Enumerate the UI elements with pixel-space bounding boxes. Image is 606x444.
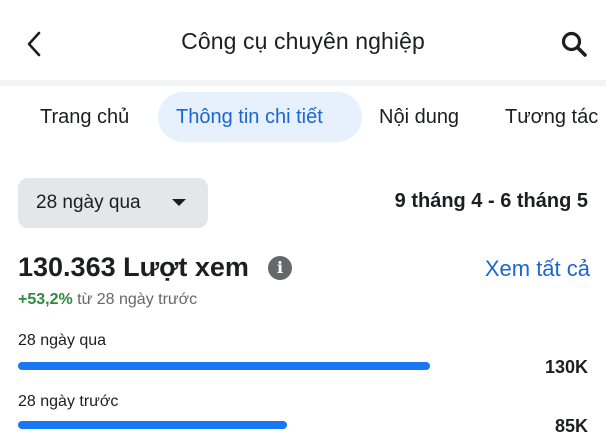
search-icon[interactable]	[556, 26, 592, 62]
bar-label-current: 28 ngày qua	[18, 332, 107, 349]
tab-home[interactable]: Trang chủ	[40, 92, 129, 142]
bar-value-current: 130K	[544, 357, 588, 377]
date-range-dropdown[interactable]: 28 ngày qua	[18, 178, 208, 228]
total-views: 130.363 Lượt xem	[18, 252, 249, 282]
bar-current	[18, 362, 430, 370]
tab-insights[interactable]: Thông tin chi tiết	[158, 92, 362, 142]
bar-previous	[18, 421, 287, 429]
see-all-link[interactable]: Xem tất cả	[485, 256, 590, 282]
change-text: từ 28 ngày trước	[72, 291, 198, 308]
date-range-text: 9 tháng 4 - 6 tháng 5	[394, 190, 588, 212]
tab-bar: Trang chủ Thông tin chi tiết Nội dung Tư…	[0, 92, 606, 144]
change-row: +53,2% từ 28 ngày trước	[18, 291, 197, 309]
change-percent: +53,2%	[18, 291, 73, 308]
caret-down-icon	[172, 199, 186, 206]
top-bar: Công cụ chuyên nghiệp	[0, 0, 606, 80]
app: Công cụ chuyên nghiệp Trang chủ Thông ti…	[0, 0, 606, 444]
page-title: Công cụ chuyên nghiệp	[181, 28, 425, 54]
tab-content[interactable]: Nội dung	[379, 92, 459, 142]
info-icon[interactable]: i	[268, 256, 292, 280]
header-divider	[0, 80, 606, 86]
bar-value-previous: 85K	[554, 416, 588, 436]
tab-engagement[interactable]: Tương tác	[505, 92, 598, 142]
bar-label-previous: 28 ngày trước	[18, 393, 119, 410]
date-range-dropdown-label: 28 ngày qua	[36, 192, 141, 213]
